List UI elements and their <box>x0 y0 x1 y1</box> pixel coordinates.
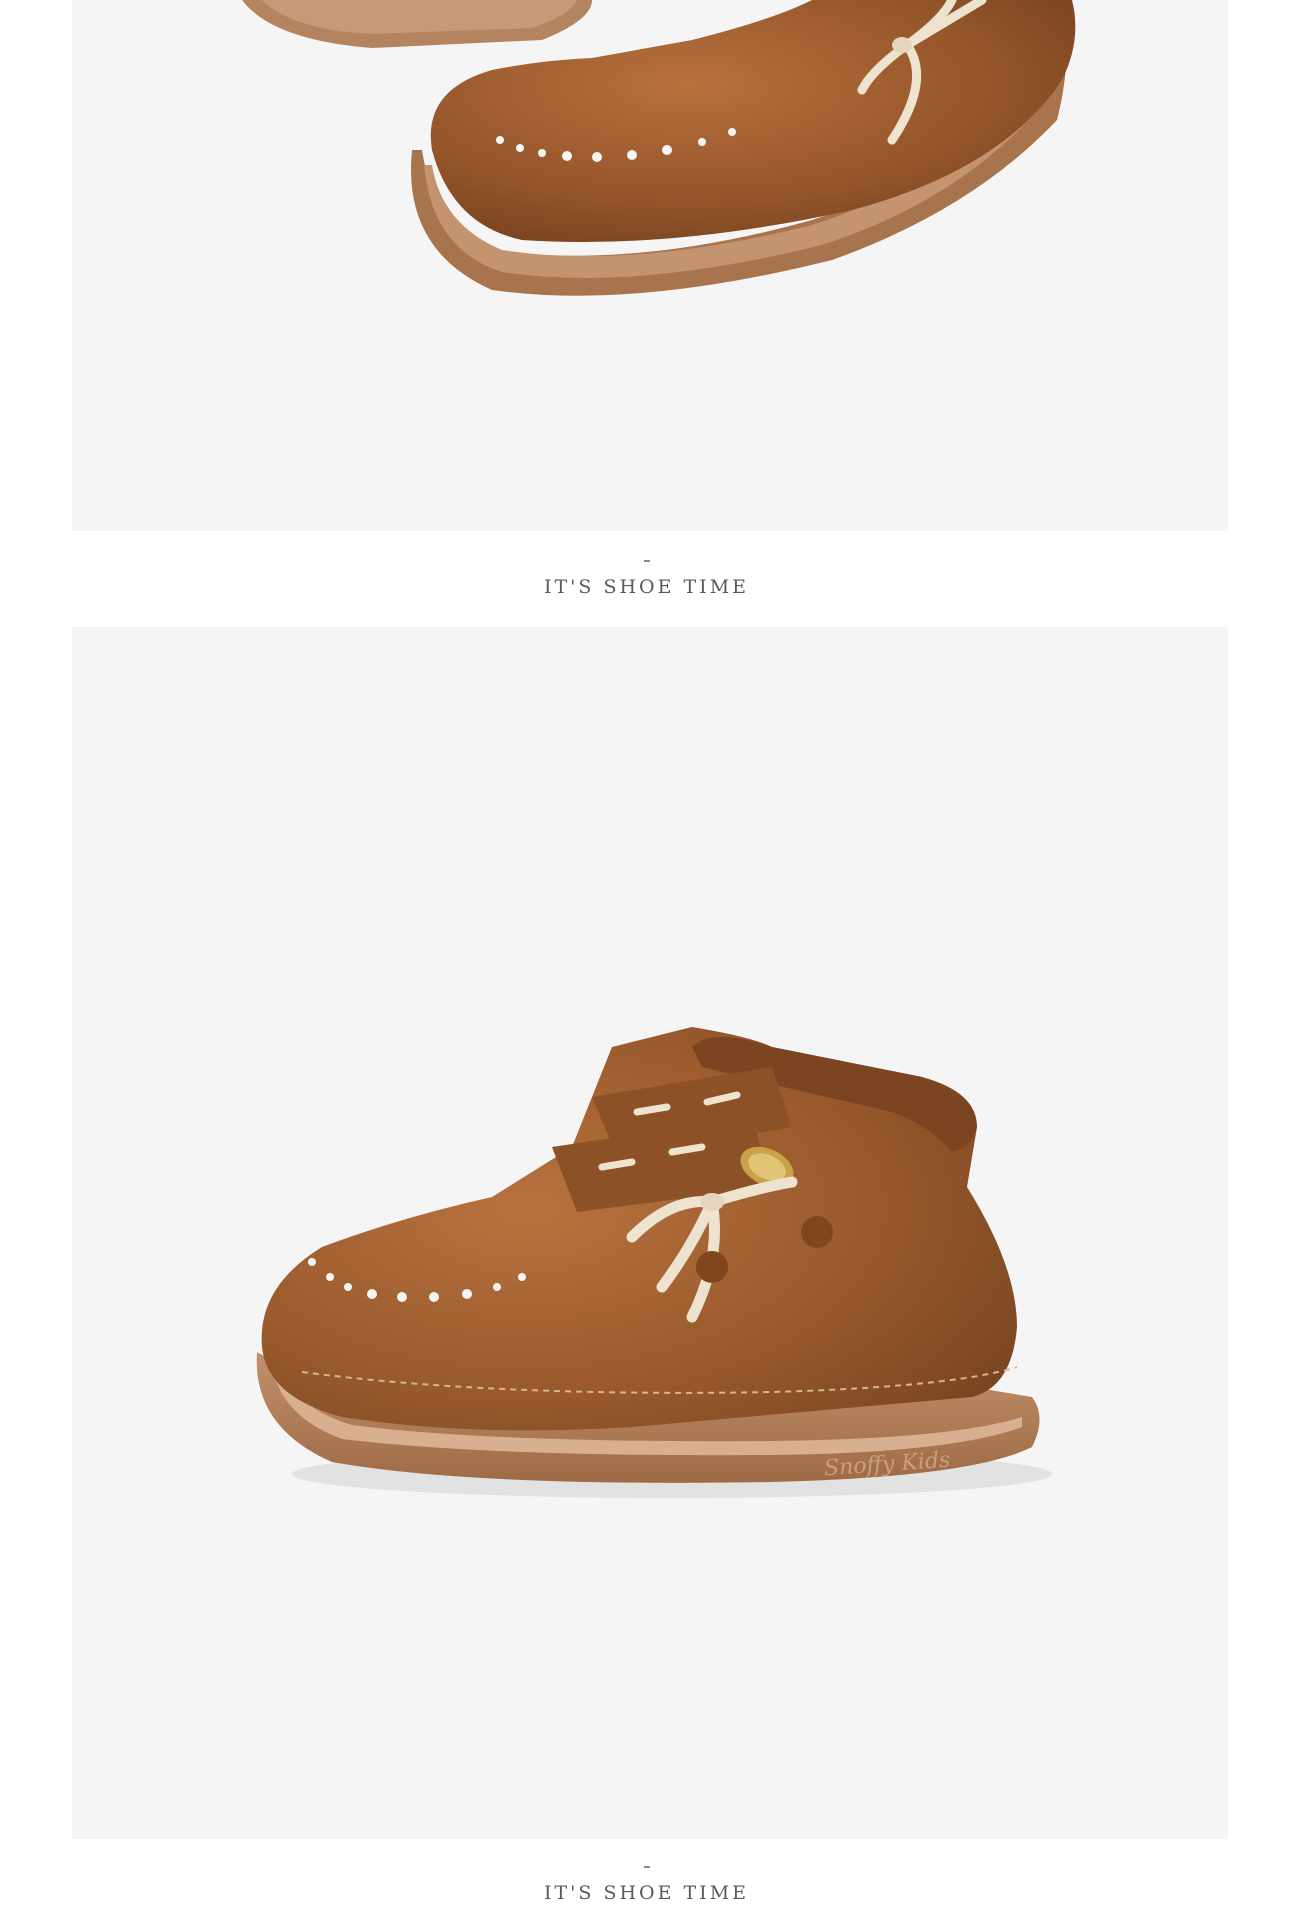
product-image-top <box>72 0 1228 531</box>
caption-divider <box>643 560 650 562</box>
section-caption: IT'S SHOE TIME <box>0 560 1293 598</box>
product-image-bottom: Snoffy Kids <box>72 627 1228 1839</box>
ankle-boot-with-bow-icon <box>256 1027 1052 1498</box>
caption-text: IT'S SHOE TIME <box>543 1882 750 1904</box>
caption-text: IT'S SHOE TIME <box>543 576 750 598</box>
section-caption: IT'S SHOE TIME <box>0 1866 1293 1904</box>
shoe-toe-closeup-icon <box>242 0 1076 296</box>
caption-divider <box>643 1866 650 1868</box>
